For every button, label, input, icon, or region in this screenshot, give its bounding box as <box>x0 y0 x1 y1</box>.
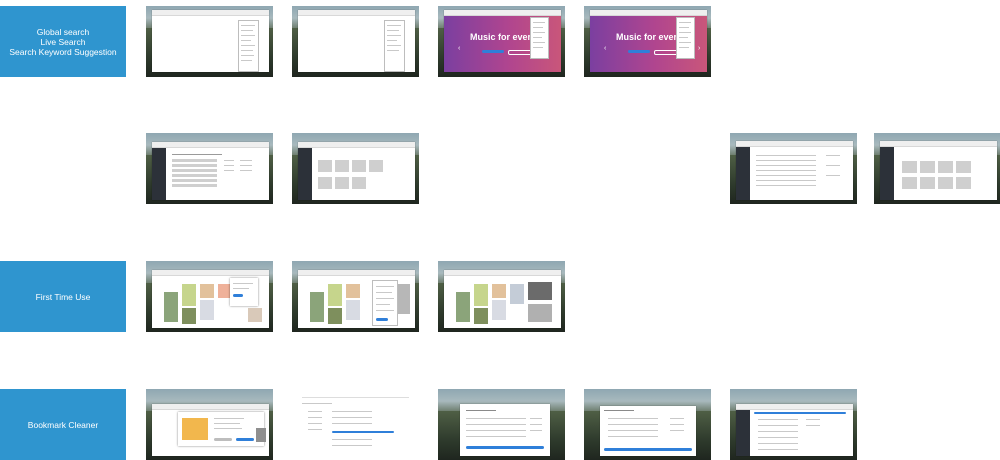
screenshot-thumbnail[interactable]: Music for everyo ‹ <box>438 6 565 77</box>
screenshot-thumbnail[interactable] <box>730 389 857 460</box>
label-line: Search Keyword Suggestion <box>9 46 117 57</box>
chevron-right-icon[interactable]: › <box>698 45 700 52</box>
screenshot-thumbnail[interactable] <box>146 6 273 77</box>
screenshot-thumbnail[interactable] <box>874 133 1000 204</box>
screenshot-thumbnail[interactable] <box>730 133 857 204</box>
screenshot-thumbnail[interactable]: Music for everyo ‹ › <box>584 6 711 77</box>
screenshot-thumbnail[interactable] <box>146 389 273 460</box>
chevron-left-icon[interactable]: ‹ <box>458 45 460 52</box>
screenshot-thumbnail[interactable] <box>438 261 565 332</box>
label-line: Global search <box>36 26 90 37</box>
screenshot-thumbnail[interactable] <box>584 389 711 460</box>
row-label-global-search: Global search Live Search Search Keyword… <box>0 6 126 77</box>
screenshot-thumbnail[interactable] <box>438 389 565 460</box>
screenshot-thumbnail[interactable] <box>292 389 419 460</box>
row-label-bookmark-cleaner: Bookmark Cleaner <box>0 389 126 460</box>
screenshot-thumbnail[interactable] <box>146 261 273 332</box>
screenshot-thumbnail[interactable] <box>292 133 419 204</box>
label-line: Bookmark Cleaner <box>27 419 99 430</box>
chevron-left-icon[interactable]: ‹ <box>604 45 606 52</box>
screenshot-thumbnail[interactable] <box>292 261 419 332</box>
label-line: First Time Use <box>35 291 91 302</box>
screenshot-thumbnail[interactable] <box>292 6 419 77</box>
label-line: Live Search <box>40 36 86 47</box>
row-label-first-time-use: First Time Use <box>0 261 126 332</box>
screenshot-thumbnail[interactable] <box>146 133 273 204</box>
